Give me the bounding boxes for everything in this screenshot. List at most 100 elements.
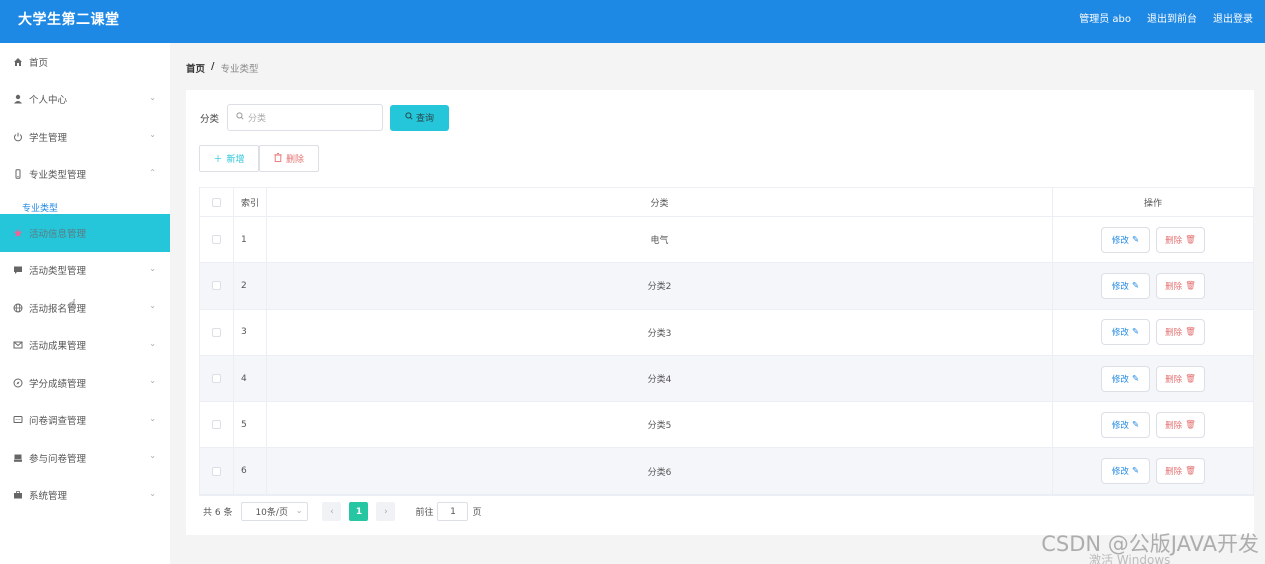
edit-label: 修改 — [1111, 328, 1129, 339]
row-category: 分类3 — [267, 309, 1053, 355]
chevron-down-icon: ⌄ — [149, 376, 156, 385]
chevron-down-icon: ⌄ — [149, 301, 156, 310]
search-button[interactable]: 查询 — [390, 104, 450, 131]
delete-button[interactable]: 删除 🗑 — [1156, 226, 1205, 253]
sidebar-item-label: 学生管理 — [29, 132, 68, 144]
search-input[interactable]: 分类 — [227, 104, 384, 131]
row-checkbox-cell — [200, 309, 234, 355]
edit-button[interactable]: 修改 ✎ — [1101, 272, 1150, 299]
sidebar-item-label: 活动报名管理 — [29, 303, 87, 315]
chevron-down-icon: ⌄ — [295, 506, 303, 515]
action-buttons: ＋ 新增 删除 — [199, 145, 319, 172]
edit-label: 修改 — [1111, 467, 1129, 478]
row-category: 分类6 — [267, 448, 1053, 494]
box-icon — [12, 452, 24, 464]
sidebar-item-activity-types[interactable]: 活动类型管理 ⌄ — [0, 252, 170, 290]
sidebar-item-activity-results[interactable]: 活动成果管理 ⌄ — [0, 327, 170, 365]
batch-delete-button[interactable]: 删除 — [259, 145, 319, 172]
row-index: 2 — [234, 263, 267, 309]
delete-button[interactable]: 删除 🗑 — [1156, 319, 1205, 346]
sidebar-item-activity-info[interactable]: 活动信息管理 — [0, 214, 170, 252]
goto-page-input[interactable]: 1 — [437, 502, 469, 521]
page-size-select[interactable]: 10条/页 ⌄ — [241, 502, 309, 521]
edit-button[interactable]: 修改 ✎ — [1101, 458, 1150, 485]
delete-button[interactable]: 删除 🗑 — [1156, 365, 1205, 392]
home-icon — [12, 56, 24, 68]
back-to-front-link[interactable]: 退出到前台 — [1147, 10, 1197, 25]
sidebar-item-system[interactable]: 系统管理 ⌄ — [0, 477, 170, 515]
header-checkbox-cell — [200, 188, 234, 216]
edit-icon: ✎ — [1131, 327, 1140, 338]
sidebar-item-label: 个人中心 — [29, 95, 68, 107]
message-icon — [12, 414, 24, 426]
chevron-down-icon: ⌄ — [149, 263, 156, 273]
edit-button[interactable]: 修改 ✎ — [1101, 226, 1150, 253]
row-checkbox[interactable] — [212, 281, 221, 291]
sidebar-item-credit-scores[interactable]: 学分成绩管理 ⌄ — [0, 364, 170, 402]
sidebar-item-home[interactable]: 首页 — [0, 43, 170, 81]
edit-button[interactable]: 修改 ✎ — [1101, 365, 1150, 392]
row-category: 分类2 — [267, 263, 1053, 309]
sidebar-item-activity-signup[interactable]: 活动报名管理 ⌄ — [0, 289, 170, 327]
prev-page-button[interactable]: ‹ — [322, 502, 342, 521]
table-row: 6 分类6 修改 ✎ 删除 🗑 — [200, 448, 1253, 495]
edit-label: 修改 — [1111, 374, 1129, 385]
page-number-current[interactable]: 1 — [349, 502, 369, 521]
table-header-row: 索引 分类 操作 — [200, 188, 1253, 217]
delete-label: 删除 — [1165, 328, 1183, 339]
delete-button[interactable]: 删除 🗑 — [1156, 458, 1205, 485]
top-header: 大学生第二课堂 管理员 abo 退出到前台 退出登录 — [0, 0, 1265, 43]
row-checkbox-cell — [200, 402, 234, 448]
delete-label: 删除 — [1165, 420, 1183, 431]
edit-button[interactable]: 修改 ✎ — [1101, 319, 1150, 346]
mail-icon — [12, 339, 24, 351]
delete-button-label: 删除 — [285, 155, 304, 165]
star-icon — [12, 227, 24, 239]
sidebar-item-students[interactable]: 学生管理 ⌄ — [0, 118, 170, 156]
sidebar-item-profile[interactable]: 个人中心 ⌄ — [0, 81, 170, 119]
pagination: 共 6 条 10条/页 ⌄ ‹ 1 › 前往 1 页 — [203, 502, 481, 521]
search-button-label: 查询 — [416, 114, 435, 124]
row-checkbox[interactable] — [212, 235, 221, 245]
table-row: 4 分类4 修改 ✎ 删除 🗑 — [200, 355, 1253, 403]
globe-icon — [12, 302, 24, 314]
trash-icon: 🗑 — [1185, 327, 1196, 338]
delete-label: 删除 — [1165, 374, 1183, 385]
row-checkbox[interactable] — [212, 327, 221, 337]
chevron-down-icon: ⌄ — [149, 338, 156, 348]
edit-icon: ✎ — [1131, 419, 1140, 430]
sidebar-subitem-major-type[interactable]: 专业类型 — [0, 193, 170, 214]
delete-button[interactable]: 删除 🗑 — [1156, 272, 1205, 299]
edit-label: 修改 — [1111, 235, 1129, 246]
edit-label: 修改 — [1111, 420, 1129, 431]
plus-icon: ＋ — [213, 155, 223, 165]
edit-button[interactable]: 修改 ✎ — [1101, 411, 1150, 438]
row-category: 分类4 — [267, 355, 1053, 402]
row-checkbox[interactable] — [212, 374, 221, 384]
add-button[interactable]: ＋ 新增 — [199, 145, 259, 172]
sidebar-item-label: 首页 — [29, 57, 49, 69]
row-index: 1 — [234, 217, 267, 263]
sidebar-item-major-types[interactable]: 专业类型管理 ⌃ — [0, 156, 170, 194]
sidebar-item-surveys[interactable]: 问卷调查管理 ⌄ — [0, 402, 170, 440]
breadcrumb-home[interactable]: 首页 — [186, 61, 205, 75]
chevron-down-icon: ⌄ — [149, 92, 156, 102]
row-category: 电气 — [267, 217, 1053, 263]
trash-icon: 🗑 — [1185, 373, 1196, 384]
page-suffix: 页 — [472, 508, 482, 518]
row-checkbox[interactable] — [212, 466, 221, 476]
sidebar-item-survey-participation[interactable]: 参与问卷管理 ⌄ — [0, 439, 170, 477]
logout-link[interactable]: 退出登录 — [1213, 10, 1253, 25]
edit-icon: ✎ — [1131, 466, 1140, 477]
user-icon — [12, 93, 24, 105]
breadcrumb-separator: / — [211, 61, 215, 72]
select-all-checkbox[interactable] — [212, 197, 221, 207]
chevron-down-icon: ⌄ — [149, 451, 156, 460]
row-checkbox[interactable] — [212, 420, 221, 430]
next-page-button[interactable]: › — [376, 502, 396, 521]
data-table: 索引 分类 操作 1 电气 修改✎ 删除🗑 2 分类2 修改✎ 删除🗑 — [199, 187, 1254, 496]
delete-button[interactable]: 删除 🗑 — [1156, 411, 1205, 438]
briefcase-icon — [12, 489, 24, 501]
search-form: 分类 分类 查询 — [200, 104, 450, 131]
delete-label: 删除 — [1165, 281, 1183, 292]
